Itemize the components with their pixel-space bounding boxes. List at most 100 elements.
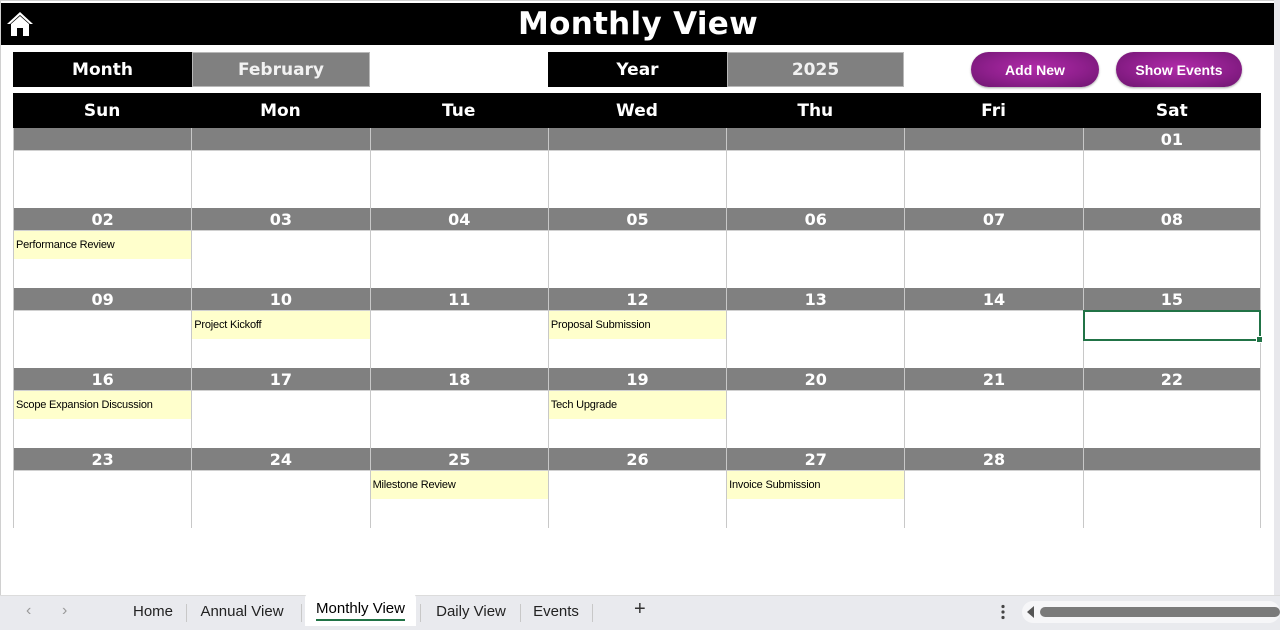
tab-events[interactable]: Events <box>521 596 591 626</box>
day-cell[interactable]: 28 <box>904 448 1083 528</box>
day-cell[interactable]: 08 <box>1082 208 1261 288</box>
add-new-button[interactable]: Add New <box>971 52 1099 87</box>
event-slot[interactable] <box>905 311 1082 339</box>
event-slot[interactable] <box>1084 391 1260 419</box>
event-entry[interactable]: Scope Expansion Discussion <box>14 391 192 419</box>
event-slot[interactable] <box>549 151 726 179</box>
event-slot[interactable] <box>905 391 1082 419</box>
day-number <box>192 128 370 151</box>
scrollbar-thumb[interactable] <box>1040 607 1280 617</box>
tab-annual-view[interactable]: Annual View <box>190 596 294 626</box>
day-number: 07 <box>905 208 1083 231</box>
day-cell[interactable]: 11 <box>369 288 548 368</box>
day-cell[interactable]: 23 <box>13 448 192 528</box>
day-cell[interactable] <box>191 128 370 208</box>
day-cell[interactable]: 10 Project Kickoff <box>191 288 370 368</box>
home-icon[interactable] <box>5 9 35 39</box>
event-slot[interactable] <box>192 151 369 179</box>
event-slot[interactable] <box>1084 231 1260 259</box>
day-cell[interactable]: 24 <box>191 448 370 528</box>
event-slot[interactable] <box>371 391 548 419</box>
event-slot[interactable] <box>14 311 191 339</box>
event-slot[interactable] <box>727 151 904 179</box>
event-slot[interactable] <box>14 151 191 179</box>
tab-home[interactable]: Home <box>120 596 186 626</box>
event-slot[interactable] <box>905 471 1082 499</box>
horizontal-scrollbar[interactable] <box>1022 601 1280 623</box>
day-cell[interactable]: 19 Tech Upgrade <box>547 368 727 448</box>
add-sheet-icon[interactable]: + <box>634 598 646 621</box>
day-cell[interactable]: 04 <box>369 208 548 288</box>
day-number: 05 <box>548 208 727 231</box>
event-slot[interactable] <box>192 471 369 499</box>
event-slot[interactable] <box>192 391 369 419</box>
day-cell[interactable] <box>726 128 905 208</box>
day-cell[interactable]: 09 <box>13 288 192 368</box>
day-cell[interactable] <box>369 128 548 208</box>
event-slot[interactable] <box>905 151 1082 179</box>
day-cell[interactable]: 21 <box>904 368 1083 448</box>
show-events-button[interactable]: Show Events <box>1116 52 1242 87</box>
next-sheet-icon[interactable]: › <box>62 602 67 620</box>
day-cell[interactable]: 07 <box>904 208 1083 288</box>
event-slot[interactable] <box>549 471 726 499</box>
tab-label: Monthly View <box>316 600 405 621</box>
event-slot[interactable] <box>14 471 191 499</box>
day-number: 24 <box>192 448 370 471</box>
day-cell[interactable] <box>1082 448 1261 528</box>
day-cell[interactable] <box>904 128 1083 208</box>
day-number <box>370 128 548 151</box>
event-slot[interactable] <box>727 311 904 339</box>
event-entry[interactable]: Performance Review <box>14 231 192 259</box>
scroll-left-icon[interactable] <box>1027 606 1034 618</box>
event-slot[interactable] <box>371 231 548 259</box>
day-number: 28 <box>905 448 1083 471</box>
tab-daily-view[interactable]: Daily View <box>424 596 518 626</box>
day-cell[interactable]: 13 <box>726 288 905 368</box>
event-entry[interactable]: Invoice Submission <box>727 471 905 499</box>
day-cell[interactable]: 12 Proposal Submission <box>547 288 727 368</box>
day-number: 13 <box>727 288 905 311</box>
event-slot[interactable] <box>192 231 369 259</box>
month-value[interactable]: February <box>192 52 370 87</box>
tab-label: Daily View <box>436 602 506 620</box>
day-cell[interactable]: 22 <box>1082 368 1261 448</box>
tab-monthly-view[interactable]: Monthly View <box>305 594 416 626</box>
day-cell[interactable]: 17 <box>191 368 370 448</box>
tab-label: Events <box>533 602 579 620</box>
event-slot[interactable] <box>371 311 548 339</box>
day-cell[interactable]: 05 <box>547 208 727 288</box>
day-cell[interactable]: 02 Performance Review <box>13 208 192 288</box>
event-slot[interactable] <box>905 231 1082 259</box>
day-cell[interactable]: 18 <box>369 368 548 448</box>
day-cell[interactable]: 01 <box>1082 128 1261 208</box>
day-cell[interactable]: 26 <box>547 448 727 528</box>
event-slot[interactable] <box>1084 471 1260 499</box>
day-number: 03 <box>192 208 370 231</box>
tab-separator <box>592 604 593 622</box>
event-entry[interactable]: Project Kickoff <box>192 311 370 339</box>
event-entry[interactable]: Proposal Submission <box>548 311 727 339</box>
event-entry[interactable]: Tech Upgrade <box>548 391 727 419</box>
more-options-icon[interactable] <box>1000 604 1006 620</box>
day-number: 20 <box>727 368 905 391</box>
day-cell[interactable]: 27 Invoice Submission <box>726 448 905 528</box>
event-slot[interactable] <box>549 231 726 259</box>
event-slot[interactable] <box>1084 151 1260 179</box>
day-cell[interactable]: 20 <box>726 368 905 448</box>
event-slot[interactable] <box>727 391 904 419</box>
event-entry[interactable]: Milestone Review <box>370 471 548 499</box>
day-cell[interactable]: 14 <box>904 288 1083 368</box>
day-cell[interactable]: 06 <box>726 208 905 288</box>
day-cell[interactable]: 15 <box>1082 288 1264 368</box>
day-cell[interactable]: 25 Milestone Review <box>369 448 548 528</box>
day-cell[interactable] <box>13 128 192 208</box>
prev-sheet-icon[interactable]: ‹ <box>26 602 31 620</box>
day-cell[interactable] <box>547 128 727 208</box>
year-value[interactable]: 2025 <box>727 52 904 87</box>
title-bar: Monthly View <box>1 3 1275 45</box>
event-slot[interactable] <box>371 151 548 179</box>
day-cell[interactable]: 16 Scope Expansion Discussion <box>13 368 192 448</box>
event-slot[interactable] <box>727 231 904 259</box>
day-cell[interactable]: 03 <box>191 208 370 288</box>
